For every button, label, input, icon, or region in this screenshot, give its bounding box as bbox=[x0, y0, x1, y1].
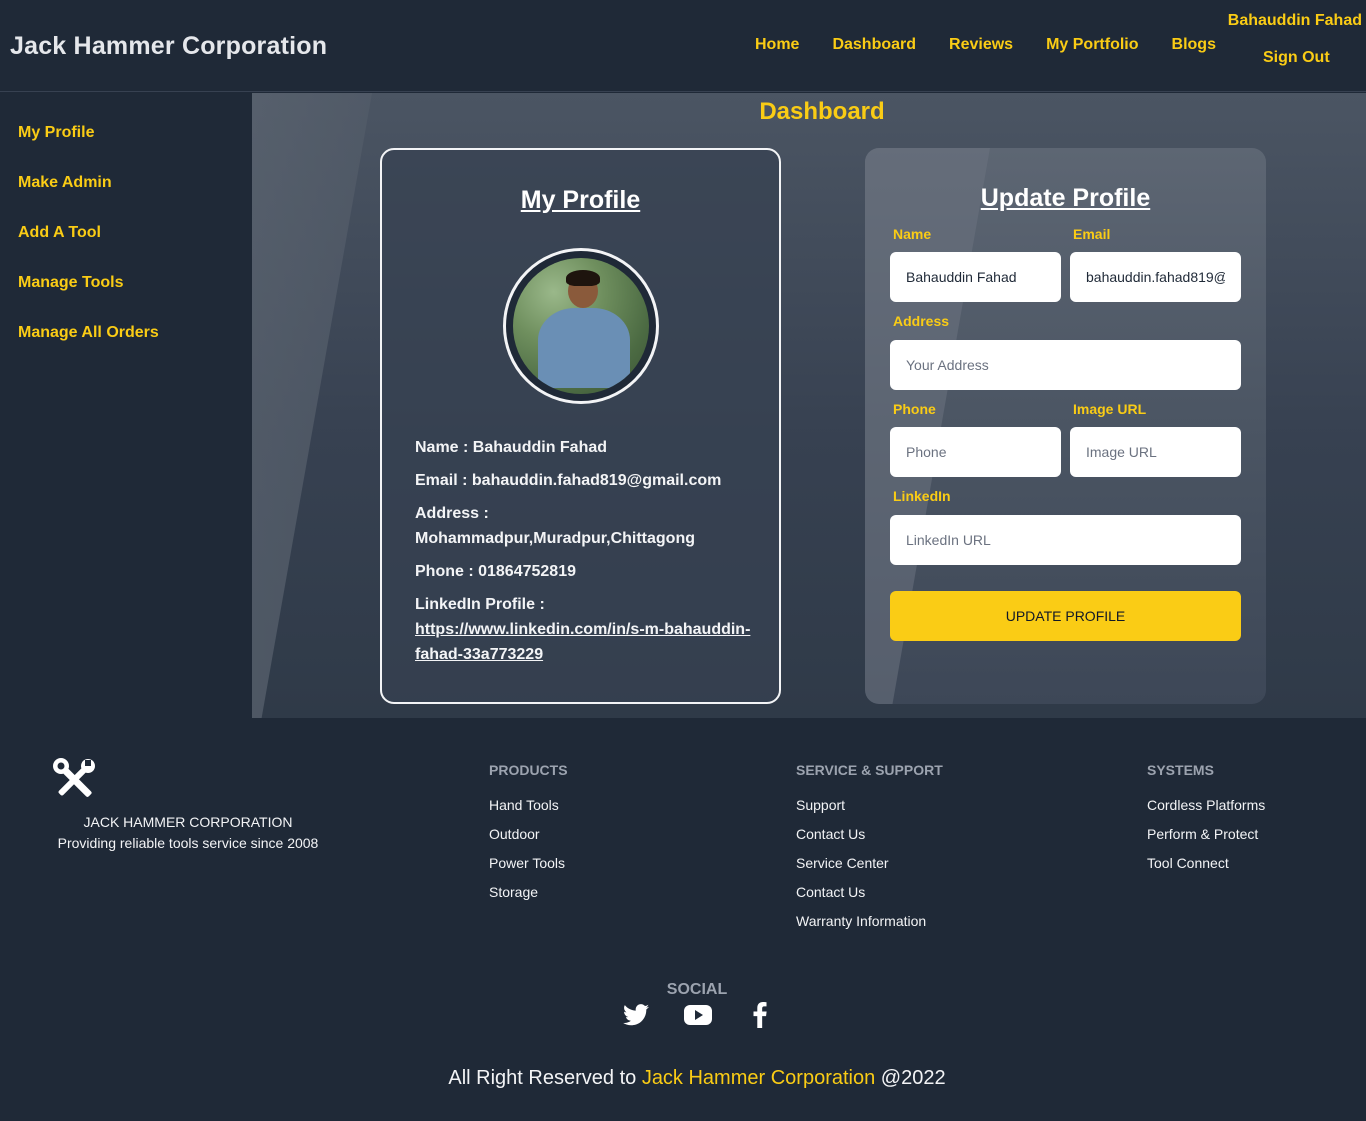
footer-link[interactable]: Cordless Platforms bbox=[1147, 797, 1265, 813]
footer-column-title: SYSTEMS bbox=[1147, 762, 1214, 778]
sidebar-item-manage-all-orders[interactable]: Manage All Orders bbox=[18, 324, 159, 342]
sidebar-item-make-admin[interactable]: Make Admin bbox=[18, 174, 112, 192]
footer-brand: JACK HAMMER CORPORATION Providing reliab… bbox=[54, 812, 322, 854]
profile-linkedin-label: LinkedIn Profile : bbox=[415, 596, 545, 613]
image-url-field[interactable] bbox=[1070, 427, 1241, 477]
footer-column-service-support: SERVICE & SUPPORT Support Contact Us Ser… bbox=[796, 762, 943, 942]
update-profile-button[interactable]: UPDATE PROFILE bbox=[890, 591, 1241, 641]
footer-link[interactable]: Warranty Information bbox=[796, 913, 943, 929]
image-url-label: Image URL bbox=[1073, 401, 1147, 417]
name-field[interactable] bbox=[890, 252, 1061, 302]
footer-column-products: PRODUCTS Hand Tools Outdoor Power Tools … bbox=[489, 762, 568, 913]
background-sheen bbox=[252, 93, 372, 718]
phone-field[interactable] bbox=[890, 427, 1061, 477]
update-profile-card: Update Profile Name Email Address Phone … bbox=[865, 148, 1266, 704]
copyright-brand: Jack Hammer Corporation bbox=[641, 1067, 876, 1089]
site-footer: JACK HAMMER CORPORATION Providing reliab… bbox=[0, 718, 1366, 1121]
update-profile-heading: Update Profile bbox=[980, 184, 1151, 212]
footer-link[interactable]: Service Center bbox=[796, 855, 943, 871]
copyright-text: All Right Reserved to Jack Hammer Corpor… bbox=[0, 1067, 1366, 1090]
copyright-prefix: All Right Reserved to bbox=[448, 1067, 642, 1089]
profile-phone: Phone : 01864752819 bbox=[415, 563, 576, 580]
footer-column-systems: SYSTEMS Cordless Platforms Perform & Pro… bbox=[1147, 762, 1265, 884]
avatar bbox=[503, 248, 659, 404]
sign-out-button[interactable]: Sign Out bbox=[1263, 49, 1330, 67]
footer-link[interactable]: Support bbox=[796, 797, 943, 813]
footer-link[interactable]: Tool Connect bbox=[1147, 855, 1265, 871]
address-label: Address bbox=[893, 313, 950, 329]
nav-links: Home Dashboard Reviews My Portfolio Blog… bbox=[755, 36, 1249, 54]
my-profile-heading: My Profile bbox=[520, 186, 641, 214]
social-title: SOCIAL bbox=[666, 981, 728, 998]
footer-link[interactable]: Storage bbox=[489, 884, 568, 900]
footer-link[interactable]: Hand Tools bbox=[489, 797, 568, 813]
email-field[interactable] bbox=[1070, 252, 1241, 302]
nav-link-dashboard[interactable]: Dashboard bbox=[832, 36, 916, 54]
profile-name: Name : Bahauddin Fahad bbox=[415, 439, 608, 456]
copyright-suffix: @2022 bbox=[875, 1067, 946, 1089]
footer-column-title: SERVICE & SUPPORT bbox=[796, 762, 943, 778]
profile-details: Name : Bahauddin Fahad Email : bahauddin… bbox=[415, 435, 755, 675]
address-field[interactable] bbox=[890, 340, 1241, 390]
sidebar-item-my-profile[interactable]: My Profile bbox=[18, 124, 94, 142]
profile-linkedin: LinkedIn Profile : https://www.linkedin.… bbox=[415, 592, 755, 667]
sidebar-item-add-a-tool[interactable]: Add A Tool bbox=[18, 224, 101, 242]
nav-link-home[interactable]: Home bbox=[755, 36, 799, 54]
dashboard-sidebar: My Profile Make Admin Add A Tool Manage … bbox=[0, 93, 252, 718]
footer-column-title: PRODUCTS bbox=[489, 762, 568, 778]
footer-link[interactable]: Contact Us bbox=[796, 884, 943, 900]
profile-address: Address : Mohammadpur,Muradpur,Chittagon… bbox=[415, 505, 695, 547]
sidebar-item-manage-tools[interactable]: Manage Tools bbox=[18, 274, 124, 292]
profile-email: Email : bahauddin.fahad819@gmail.com bbox=[415, 472, 722, 489]
avatar-photo bbox=[513, 258, 649, 394]
nav-user-name: Bahauddin Fahad bbox=[1227, 12, 1362, 29]
profile-linkedin-link[interactable]: https://www.linkedin.com/in/s-m-bahauddi… bbox=[415, 621, 750, 663]
youtube-icon[interactable] bbox=[682, 1001, 714, 1029]
footer-link[interactable]: Outdoor bbox=[489, 826, 568, 842]
footer-tagline: Providing reliable tools service since 2… bbox=[57, 835, 319, 851]
dashboard-main: Dashboard My Profile Name : Bahauddin Fa… bbox=[252, 93, 1366, 718]
twitter-icon[interactable] bbox=[620, 1001, 652, 1029]
facebook-icon[interactable] bbox=[744, 1001, 776, 1029]
nav-link-my-portfolio[interactable]: My Portfolio bbox=[1046, 36, 1138, 54]
social-links bbox=[620, 1001, 806, 1029]
top-navbar: Jack Hammer Corporation Home Dashboard R… bbox=[0, 0, 1366, 92]
name-label: Name bbox=[893, 226, 932, 242]
linkedin-label: LinkedIn bbox=[893, 488, 951, 504]
footer-brand-name: JACK HAMMER CORPORATION bbox=[83, 814, 293, 830]
tools-icon bbox=[53, 758, 95, 797]
nav-link-reviews[interactable]: Reviews bbox=[949, 36, 1013, 54]
brand-title[interactable]: Jack Hammer Corporation bbox=[10, 32, 327, 61]
footer-link[interactable]: Power Tools bbox=[489, 855, 568, 871]
my-profile-card: My Profile Name : Bahauddin Fahad Email … bbox=[380, 148, 781, 704]
footer-link[interactable]: Contact Us bbox=[796, 826, 943, 842]
email-label: Email bbox=[1073, 226, 1111, 242]
nav-link-blogs[interactable]: Blogs bbox=[1172, 36, 1216, 54]
footer-link[interactable]: Perform & Protect bbox=[1147, 826, 1265, 842]
phone-label: Phone bbox=[893, 401, 936, 417]
page-title: Dashboard bbox=[759, 98, 885, 125]
linkedin-field[interactable] bbox=[890, 515, 1241, 565]
